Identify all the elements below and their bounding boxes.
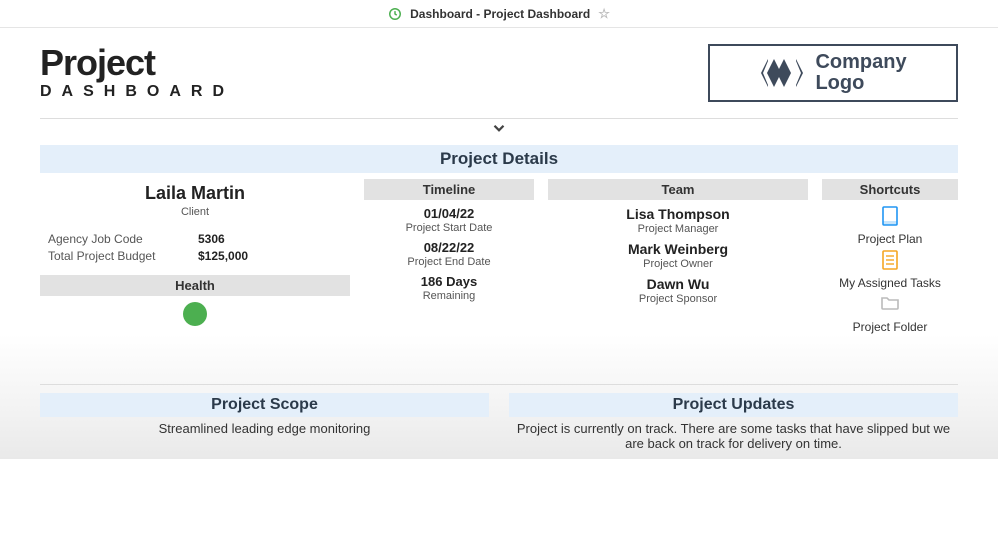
shortcuts-column: Shortcuts Project Plan My Assigned Tasks…	[822, 179, 958, 334]
shortcut-my-tasks[interactable]: My Assigned Tasks	[822, 276, 958, 290]
start-date-label: Project Start Date	[364, 222, 534, 234]
timeline-heading: Timeline	[364, 179, 534, 200]
team-member-name: Dawn Wu	[548, 276, 808, 292]
page-title-block: Project DASHBOARD	[40, 45, 234, 101]
project-scope-heading: Project Scope	[40, 393, 489, 417]
project-updates-text: Project is currently on track. There are…	[509, 421, 958, 451]
agency-job-code-label: Agency Job Code	[48, 232, 198, 246]
divider	[40, 384, 958, 385]
health-heading: Health	[40, 275, 350, 296]
health-status-indicator	[183, 302, 207, 326]
budget-value: $125,000	[198, 249, 248, 263]
remaining-value: 186 Days	[364, 274, 534, 289]
shortcut-project-plan[interactable]: Project Plan	[822, 232, 958, 246]
document-icon[interactable]	[822, 206, 958, 228]
project-details-heading: Project Details	[40, 145, 958, 173]
client-role: Client	[40, 206, 350, 218]
page-title: Project	[40, 45, 234, 81]
team-member-name: Lisa Thompson	[548, 206, 808, 222]
project-scope-text: Streamlined leading edge monitoring	[40, 421, 489, 436]
clock-icon	[388, 7, 402, 21]
page-subtitle: DASHBOARD	[40, 83, 234, 101]
project-scope-block: Project Scope Streamlined leading edge m…	[40, 393, 489, 451]
team-member-role: Project Manager	[548, 223, 808, 235]
task-list-icon[interactable]	[822, 250, 958, 272]
team-member-name: Mark Weinberg	[548, 241, 808, 257]
end-date-value: 08/22/22	[364, 240, 534, 255]
logo-text: Company Logo	[815, 52, 906, 94]
budget-label: Total Project Budget	[48, 249, 198, 263]
team-column: Team Lisa Thompson Project Manager Mark …	[548, 179, 808, 305]
remaining-label: Remaining	[364, 290, 534, 302]
favorite-star-icon[interactable]: ☆	[598, 6, 610, 22]
client-column: Laila Martin Client Agency Job Code 5306…	[40, 179, 350, 326]
end-date-label: Project End Date	[364, 256, 534, 268]
header-row: Project DASHBOARD Company Logo	[40, 38, 958, 112]
start-date-value: 01/04/22	[364, 206, 534, 221]
team-member-role: Project Sponsor	[548, 293, 808, 305]
project-updates-heading: Project Updates	[509, 393, 958, 417]
top-bar: Dashboard - Project Dashboard ☆	[0, 0, 998, 28]
budget-row: Total Project Budget $125,000	[48, 249, 350, 263]
shortcut-project-folder[interactable]: Project Folder	[822, 320, 958, 334]
client-name: Laila Martin	[40, 183, 350, 204]
collapse-toggle[interactable]	[40, 119, 958, 141]
page-breadcrumb: Dashboard - Project Dashboard	[410, 7, 590, 21]
agency-job-code-value: 5306	[198, 232, 225, 246]
shortcuts-heading: Shortcuts	[822, 179, 958, 200]
team-heading: Team	[548, 179, 808, 200]
folder-icon[interactable]	[822, 294, 958, 316]
team-member-role: Project Owner	[548, 258, 808, 270]
timeline-column: Timeline 01/04/22 Project Start Date 08/…	[364, 179, 534, 302]
company-logo: Company Logo	[708, 44, 958, 102]
agency-job-code-row: Agency Job Code 5306	[48, 232, 350, 246]
logo-mark-icon	[759, 56, 805, 90]
project-updates-block: Project Updates Project is currently on …	[509, 393, 958, 451]
